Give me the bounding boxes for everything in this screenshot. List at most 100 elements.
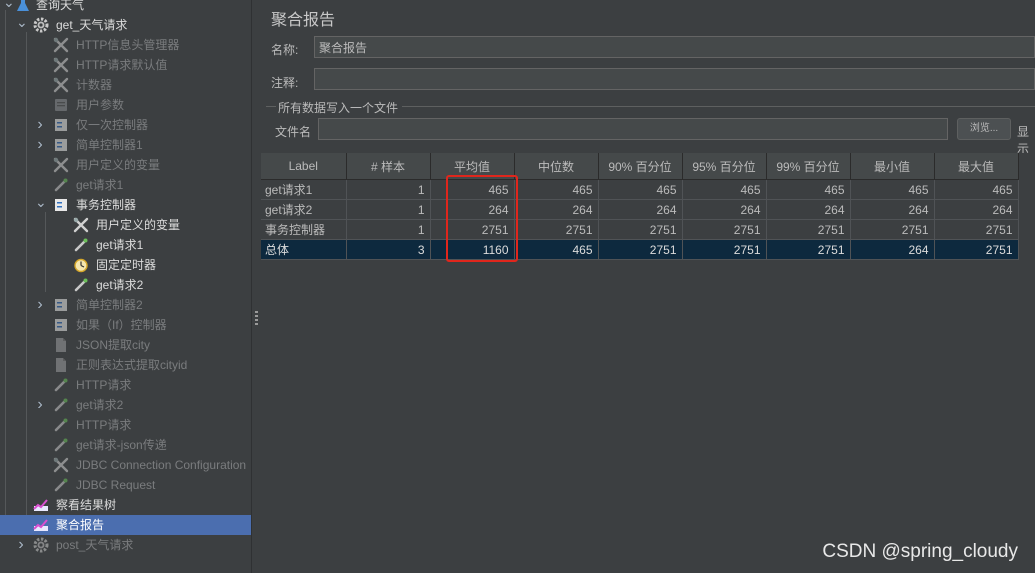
chevron-right-icon[interactable]: › [16,535,26,555]
table-cell: 465 [934,179,1019,200]
table-cell: 2751 [766,239,851,260]
column-header[interactable]: Label [261,153,347,180]
table-row[interactable]: 事务控制器 1 2751 2751 2751 2751 2751 2751 2751 [261,219,1019,240]
chevron-right-icon[interactable]: › [35,115,45,135]
tree-item[interactable]: get请求-json传递 [0,435,251,455]
test-plan-tree[interactable]: ⌄ 查询天气 ⌄ get_天气请求 HTTP信息头管理器 HTTP请求默认值 计数器 用户参数… [0,0,252,573]
chevron-right-icon[interactable]: › [35,135,45,155]
wrench-icon [53,57,69,73]
table-cell: 2751 [682,239,767,260]
tree-item[interactable]: JDBC Request [0,475,251,495]
tree-item[interactable]: › 简单控制器1 [0,135,251,155]
chevron-down-icon[interactable]: ⌄ [3,0,15,15]
pipette-icon [53,477,69,493]
column-header[interactable]: 中位数 [514,153,599,180]
document-icon [53,357,69,373]
tree-item[interactable]: 用户定义的变量 [0,155,251,175]
tree-item-label: 正则表达式提取cityid [76,358,188,372]
column-header[interactable]: 最大值 [934,153,1019,180]
tree-item[interactable]: 固定定时器 [0,255,251,275]
chevron-right-icon[interactable]: › [35,295,45,315]
table-cell: 264 [598,199,683,220]
tree-item-label: get请求-json传递 [76,438,167,452]
table-cell: 2751 [598,239,683,260]
tree-item[interactable]: › 简单控制器2 [0,295,251,315]
name-field[interactable]: 聚合报告 [314,36,1035,58]
tree-item[interactable]: ⌄ get_天气请求 [0,15,251,35]
tree-item[interactable]: ⌄ 查询天气 [0,0,251,15]
comment-field[interactable] [314,68,1035,90]
controller-icon [53,317,69,333]
table-cell: 465 [514,179,599,200]
table-cell: 264 [766,199,851,220]
chevron-right-icon[interactable]: › [35,395,45,415]
tree-item[interactable]: 察看结果树 [0,495,251,515]
tree-item-label: post_天气请求 [56,538,134,552]
table-cell: 2751 [934,219,1019,240]
tree-item[interactable]: get请求1 [0,175,251,195]
filename-field[interactable] [318,118,948,140]
display-label[interactable]: 显示 [1017,123,1035,157]
tree-item[interactable]: get请求2 [0,275,251,295]
tree-item-label: JDBC Connection Configuration [76,458,247,472]
table-cell: 465 [514,239,599,260]
chevron-down-icon[interactable]: ⌄ [16,15,28,35]
file-section-title: 所有数据写入一个文件 [278,101,399,115]
tree-item[interactable]: › 仅一次控制器 [0,115,251,135]
tree-item[interactable]: 聚合报告 [0,515,251,535]
tree-item[interactable]: ⌄ 事务控制器 [0,195,251,215]
panel-splitter[interactable] [251,0,261,573]
tree-item-label: get请求2 [96,278,144,292]
tree-item-label: 固定定时器 [96,258,157,272]
pipette-icon [53,177,69,193]
tree-item[interactable]: 计数器 [0,75,251,95]
column-header[interactable]: 99% 百分位 [766,153,851,180]
table-cell: 1 [346,219,431,240]
tree-item[interactable]: HTTP信息头管理器 [0,35,251,55]
tree-item[interactable]: › get请求2 [0,395,251,415]
tree-item[interactable]: JSON提取city [0,335,251,355]
table-cell: 264 [934,199,1019,220]
tree-item[interactable]: get请求1 [0,235,251,255]
pipette-icon [73,277,89,293]
splitter-grip[interactable] [255,311,258,325]
controller-icon [53,297,69,313]
wrench-icon [53,37,69,53]
table-cell: 2751 [514,219,599,240]
tree-item[interactable]: 用户定义的变量 [0,215,251,235]
document-icon [53,337,69,353]
table-row[interactable]: get请求2 1 264 264 264 264 264 264 264 [261,199,1019,220]
table-row[interactable]: get请求1 1 465 465 465 465 465 465 465 [261,179,1019,200]
table-cell: 1 [346,199,431,220]
table-cell: get请求1 [261,179,347,200]
table-cell: 2751 [682,219,767,240]
gear-icon [33,17,49,33]
tree-item[interactable]: 用户参数 [0,95,251,115]
controller-icon [53,137,69,153]
comment-label: 注释: [271,76,299,90]
table-cell: 1 [346,179,431,200]
column-header[interactable]: 95% 百分位 [682,153,767,180]
chevron-down-icon[interactable]: ⌄ [35,195,47,215]
tree-item[interactable]: JDBC Connection Configuration [0,455,251,475]
table-cell: 事务控制器 [261,219,347,240]
column-header[interactable]: # 样本 [346,153,431,180]
total-row[interactable]: 总体 3 1160 465 2751 2751 2751 264 2751 [261,239,1019,260]
table-cell: 465 [682,179,767,200]
filename-label: 文件名 [275,125,312,139]
browse-button[interactable]: 浏览... [957,118,1011,140]
tree-item[interactable]: HTTP请求默认值 [0,55,251,75]
column-header[interactable]: 90% 百分位 [598,153,683,180]
average-column-highlight [446,175,518,262]
table-cell: 2751 [766,219,851,240]
tree-item[interactable]: 正则表达式提取cityid [0,355,251,375]
watermark: CSDN @spring_cloudy [822,541,1018,562]
column-header[interactable]: 最小值 [850,153,935,180]
tree-item-label: 简单控制器1 [76,138,143,152]
tree-item[interactable]: HTTP请求 [0,375,251,395]
tree-item[interactable]: › post_天气请求 [0,535,251,555]
table-cell: 465 [598,179,683,200]
tree-item[interactable]: HTTP请求 [0,415,251,435]
tree-item[interactable]: 如果（If）控制器 [0,315,251,335]
table-cell: 465 [850,179,935,200]
